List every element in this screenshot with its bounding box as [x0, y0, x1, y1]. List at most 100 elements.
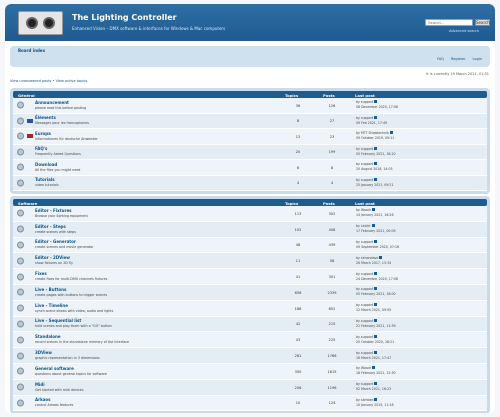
forum-rows: Announcement please read this before post… [13, 98, 487, 191]
last-post-author[interactable]: by support [356, 162, 373, 166]
last-post-author[interactable]: by support [356, 382, 373, 386]
go-to-post-icon[interactable] [374, 162, 378, 166]
posts-count: 1196 [327, 385, 337, 390]
forum-title[interactable]: Fixes [35, 271, 47, 276]
search-button[interactable]: Search [475, 19, 490, 26]
category-title[interactable]: Général [18, 93, 35, 98]
posts-count: 199 [328, 150, 336, 155]
last-post: by support 05 February 2021, 18:20 [356, 146, 396, 157]
topics-count: 11 [295, 259, 301, 264]
site-title[interactable]: The Lighting Controller [72, 13, 177, 22]
last-post-date: 02 March 2021, 16:23 [356, 387, 392, 392]
register-link[interactable]: Register [451, 57, 465, 61]
last-post-author[interactable]: by support [356, 100, 373, 104]
forum-title[interactable]: Editor - 2DView [35, 255, 70, 260]
last-post-author[interactable]: by support [356, 287, 373, 291]
forum-title[interactable]: Arkaos [35, 397, 51, 402]
last-post-author[interactable]: by Wosch [356, 366, 371, 370]
forum-row: Europa Informationen für deutsche Anwende… [13, 129, 487, 145]
last-post-author[interactable]: by support [356, 147, 373, 151]
go-to-post-icon[interactable] [371, 224, 375, 228]
go-to-post-icon[interactable] [374, 100, 378, 104]
current-time: It is currently 19 March 2021, 01:31 [426, 72, 489, 76]
go-to-post-icon[interactable] [372, 208, 376, 212]
last-post-author[interactable]: by support [356, 351, 373, 355]
go-to-post-icon[interactable] [374, 115, 378, 119]
forum-title[interactable]: 3DView [35, 350, 52, 355]
last-post-author[interactable]: by support [356, 303, 373, 307]
last-post-author[interactable]: by support [356, 178, 373, 182]
go-to-post-icon[interactable] [374, 382, 378, 386]
last-post-author[interactable]: by simondave [356, 256, 378, 260]
forum-description: video tutorials [35, 183, 59, 188]
last-post-author[interactable]: by support [356, 240, 373, 244]
faq-link[interactable]: FAQ [437, 57, 444, 61]
last-post-author[interactable]: by support [356, 116, 373, 120]
go-to-post-icon[interactable] [374, 318, 378, 322]
posts-count: 302 [328, 211, 336, 216]
forum-title[interactable]: Europa [35, 131, 51, 136]
forum-title[interactable]: Midi [35, 382, 45, 387]
forum-row: Editor - Steps create scenes with steps 10… [13, 221, 487, 238]
last-post-date: 12 March 2021, 09:55 [356, 308, 392, 313]
go-to-post-icon[interactable] [374, 177, 378, 181]
forum-row: General software questions about general … [13, 363, 487, 380]
forum-title[interactable]: Announcement [35, 100, 69, 105]
posts-count: 225 [328, 338, 336, 343]
go-to-post-icon[interactable] [374, 350, 378, 354]
forum-title[interactable]: Live - Sequential list [35, 318, 81, 323]
go-to-post-icon[interactable] [379, 255, 383, 259]
last-post: by support 20 August 2018, 14:03 [356, 162, 393, 172]
forum-description: Browse your lighting equipment [35, 213, 88, 218]
last-post-author[interactable]: by support [356, 335, 373, 339]
forum-row: Éléments Messages pour les francophones 8 2… [13, 113, 487, 129]
go-to-post-icon[interactable] [374, 239, 378, 243]
go-to-post-icon[interactable] [374, 334, 378, 338]
board-index-link[interactable]: Board index [18, 48, 45, 53]
forum-row: Tutorials video tutorials 4 4 by support 25 J… [13, 175, 487, 191]
last-post-date: 09 October 2019, 09:11 [356, 136, 395, 141]
search-input[interactable] [425, 19, 473, 26]
forum-read-icon [17, 257, 24, 265]
last-post-date: 05 February 2021, 18:20 [356, 151, 396, 156]
last-post-author[interactable]: by MTT Showtechnik [356, 131, 389, 135]
forum-read-icon [17, 336, 24, 344]
go-to-post-icon[interactable] [389, 131, 393, 135]
go-to-post-icon[interactable] [374, 271, 378, 275]
posts-count: 408 [328, 227, 336, 232]
last-post-author[interactable]: by support [356, 272, 373, 276]
category-title[interactable]: Software [18, 201, 37, 206]
forum-title[interactable]: Editor - Generator [35, 239, 76, 244]
go-to-post-icon[interactable] [374, 287, 378, 291]
last-post-author[interactable]: by support [356, 319, 373, 323]
forum-title[interactable]: Download [35, 162, 57, 167]
go-to-post-icon[interactable] [374, 303, 378, 307]
forum-description: Get started with midi devices [35, 387, 84, 392]
login-link[interactable]: Login [473, 57, 482, 61]
last-post-author[interactable]: by Wosch [356, 208, 371, 212]
forum-title[interactable]: Standalone [35, 334, 61, 339]
advanced-search-link[interactable]: Advanced search [449, 29, 479, 33]
last-post-date: 26 March 2017, 13:34 [356, 260, 392, 265]
site-logo[interactable] [18, 11, 63, 35]
forum-title[interactable]: Editor - Steps [35, 224, 66, 229]
last-post-author[interactable]: by Leicht [356, 224, 371, 228]
unanswered-links[interactable]: View unanswered posts • View active topi… [10, 79, 87, 83]
forum-title[interactable]: General software [35, 366, 74, 371]
col-topics: Topics [285, 200, 299, 206]
forum-title[interactable]: Éléments [35, 115, 56, 120]
lamp-icon [26, 17, 38, 29]
forum-title[interactable]: Editor - Fixtures [35, 208, 72, 213]
col-last-post: Last post [355, 200, 375, 206]
go-to-post-icon[interactable] [374, 397, 378, 401]
topics-count: 20 [295, 150, 301, 155]
forum-title[interactable]: Tutorials [35, 177, 55, 182]
go-to-post-icon[interactable] [374, 146, 378, 150]
forum-panel-general: Général Topics Posts Last post Announcem… [10, 88, 490, 194]
last-post: by Wosch 18 February 2021, 12:30 [356, 366, 396, 376]
go-to-post-icon[interactable] [372, 366, 376, 370]
forum-title[interactable]: FAQ's [35, 146, 47, 151]
last-post-author[interactable]: by slimbee [356, 398, 373, 402]
forum-title[interactable]: Live - Buttons [35, 287, 66, 292]
forum-title[interactable]: Live - Timeline [35, 303, 68, 308]
